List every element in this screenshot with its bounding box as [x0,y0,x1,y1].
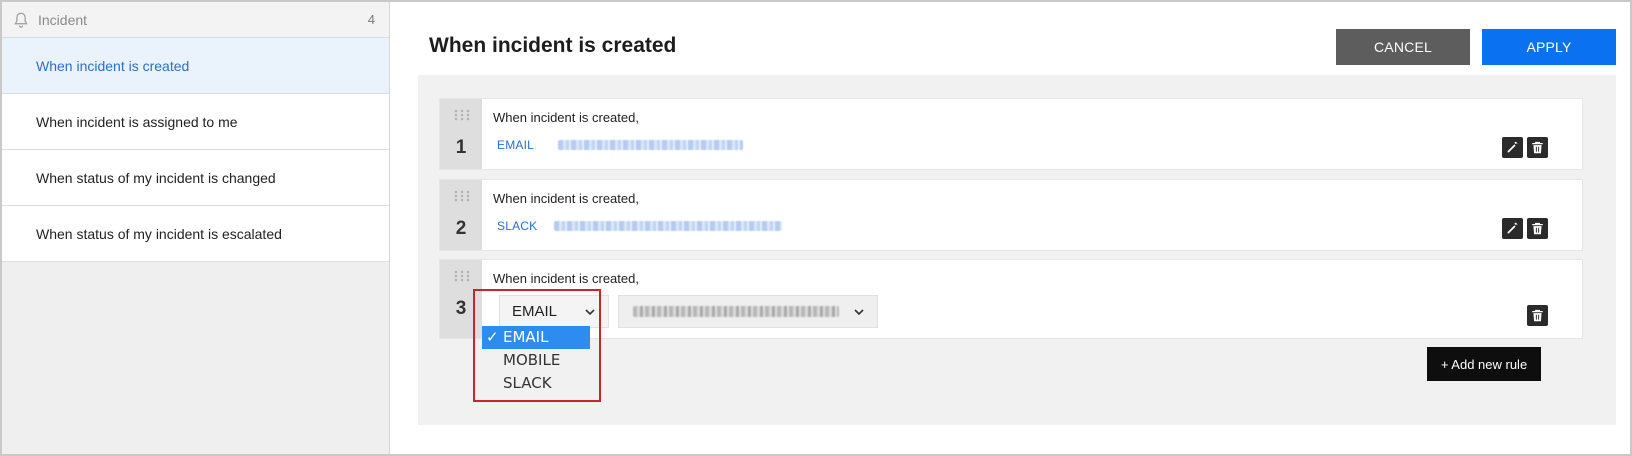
sidebar-header-count: 4 [367,12,375,27]
rule-number: 1 [455,137,467,158]
dropdown-option-label: MOBILE [503,351,561,369]
trash-icon [1532,309,1543,322]
channel-type-select[interactable]: EMAIL [499,295,609,328]
sidebar-header-label: Incident [38,11,88,28]
rule-target-redacted [554,221,782,231]
sidebar-item-status-escalated[interactable]: When status of my incident is escalated [2,206,389,262]
edit-button[interactable] [1502,218,1523,239]
drag-handle-icon [454,270,470,282]
sidebar-item-incident-assigned[interactable]: When incident is assigned to me [2,94,389,150]
sidebar-header: Incident 4 [2,2,389,38]
dropdown-option-email[interactable]: ✓ EMAIL [482,326,590,349]
sidebar-item-label: When incident is assigned to me [36,113,238,130]
sidebar-item-label: When incident is created [36,57,190,74]
chevron-down-icon [854,309,864,316]
page-title: When incident is created [429,34,677,57]
delete-button[interactable] [1527,218,1548,239]
rule-condition: When incident is created, [493,110,639,125]
edit-icon [1507,141,1518,153]
check-icon: ✓ [486,328,499,346]
sidebar-item-incident-created[interactable]: When incident is created [2,38,389,94]
rule-condition: When incident is created, [493,191,639,206]
rule-number: 3 [455,298,467,319]
recipient-value-redacted [633,306,839,317]
channel-type-select-value: EMAIL [512,303,558,320]
rule-row-editing: 3 When incident is created, EMAIL [440,260,1582,338]
sidebar-item-label: When status of my incident is escalated [36,225,282,242]
dropdown-option-label: EMAIL [503,328,549,346]
sidebar: Incident 4 When incident is created When… [2,2,390,454]
sidebar-item-label: When status of my incident is changed [36,169,276,186]
trash-icon [1532,222,1543,235]
dropdown-option-mobile[interactable]: MOBILE [482,349,590,372]
rule-channel-type: EMAIL [497,138,535,152]
drag-handle-icon [454,109,470,121]
rule-channel-type: SLACK [497,219,538,233]
delete-button[interactable] [1527,305,1548,326]
edit-button[interactable] [1502,137,1523,158]
rule-row: 2 When incident is created, SLACK [440,180,1582,250]
rule-target-redacted [558,140,743,150]
recipient-select[interactable] [618,295,878,328]
drag-handle-icon [454,190,470,202]
delete-button[interactable] [1527,137,1548,158]
rule-condition: When incident is created, [493,271,639,286]
cancel-button[interactable]: CANCEL [1336,29,1470,65]
rule-number: 2 [455,218,467,239]
rule-row: 1 When incident is created, EMAIL [440,99,1582,169]
sidebar-item-status-changed[interactable]: When status of my incident is changed [2,150,389,206]
apply-button[interactable]: APPLY [1482,29,1616,65]
trash-icon [1532,141,1543,154]
add-new-rule-button[interactable]: + Add new rule [1427,347,1541,381]
dropdown-option-slack[interactable]: SLACK [482,372,590,395]
chevron-down-icon [585,309,595,316]
channel-type-dropdown: ✓ EMAIL MOBILE SLACK [482,326,590,395]
dropdown-option-label: SLACK [503,374,552,392]
bell-icon [14,12,28,28]
edit-icon [1507,222,1518,234]
